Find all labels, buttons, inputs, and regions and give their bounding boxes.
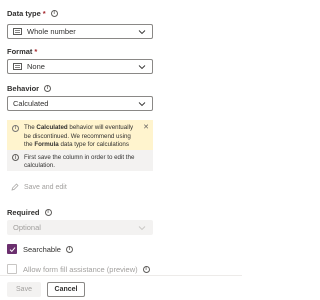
warning-bold-formula: Formula [34, 141, 59, 148]
checkmark-icon [9, 246, 15, 252]
note-info-icon: i [12, 154, 19, 161]
data-type-value: Whole number [27, 27, 76, 36]
behavior-label: Behavior i [7, 84, 52, 93]
searchable-checkbox[interactable] [7, 244, 17, 254]
searchable-checkbox-row[interactable]: Searchable i [7, 244, 73, 254]
format-label: Format * [7, 47, 37, 56]
data-type-label: Data type * i [7, 9, 58, 18]
required-marker: * [42, 9, 46, 18]
form-fill-checkbox-row[interactable]: Allow form fill assistance (preview) i [7, 264, 150, 274]
warning-bold-calculated: Calculated [36, 124, 68, 131]
save-button[interactable]: Save [7, 282, 41, 297]
required-value: Optional [13, 223, 41, 232]
note-text: First save the column in order to edit t… [24, 154, 135, 169]
info-icon[interactable]: i [50, 10, 58, 17]
format-label-text: Format [7, 47, 33, 56]
info-icon[interactable]: i [44, 85, 52, 92]
data-type-dropdown[interactable]: Whole number [7, 24, 153, 39]
pencil-icon [11, 183, 19, 191]
form-fill-label: Allow form fill assistance (preview) [23, 264, 138, 274]
warning-info-icon: i [12, 125, 19, 132]
info-icon[interactable]: i [142, 265, 150, 273]
cancel-button[interactable]: Cancel [47, 282, 85, 297]
format-dropdown[interactable]: None [7, 59, 153, 74]
behavior-dropdown[interactable]: Calculated [7, 96, 153, 111]
number-field-icon [13, 63, 22, 70]
close-icon[interactable]: ✕ [143, 124, 149, 133]
panel-footer: Save Cancel [0, 275, 242, 300]
format-value: None [27, 62, 45, 71]
behavior-label-text: Behavior [7, 84, 40, 93]
save-first-note: i First save the column in order to edit… [7, 150, 153, 171]
number-field-icon [13, 28, 22, 35]
chevron-down-icon [138, 102, 146, 107]
required-label-text: Required [7, 208, 40, 217]
chevron-down-icon [138, 65, 146, 70]
chevron-down-icon [138, 226, 146, 231]
required-marker: * [34, 47, 38, 56]
required-dropdown[interactable]: Optional [7, 220, 153, 235]
deprecation-warning: i The Calculated behavior will eventuall… [7, 120, 153, 157]
required-label: Required i [7, 208, 52, 217]
behavior-value: Calculated [13, 99, 49, 108]
searchable-label: Searchable [23, 244, 61, 254]
data-type-label-text: Data type [7, 9, 41, 18]
info-icon[interactable]: i [44, 209, 52, 216]
form-fill-checkbox[interactable] [7, 264, 17, 274]
chevron-down-icon [138, 30, 146, 35]
info-icon[interactable]: i [65, 245, 73, 253]
save-and-edit-label: Save and edit [24, 183, 67, 191]
warning-text: The [24, 124, 37, 131]
save-and-edit-button[interactable]: Save and edit [11, 183, 67, 191]
